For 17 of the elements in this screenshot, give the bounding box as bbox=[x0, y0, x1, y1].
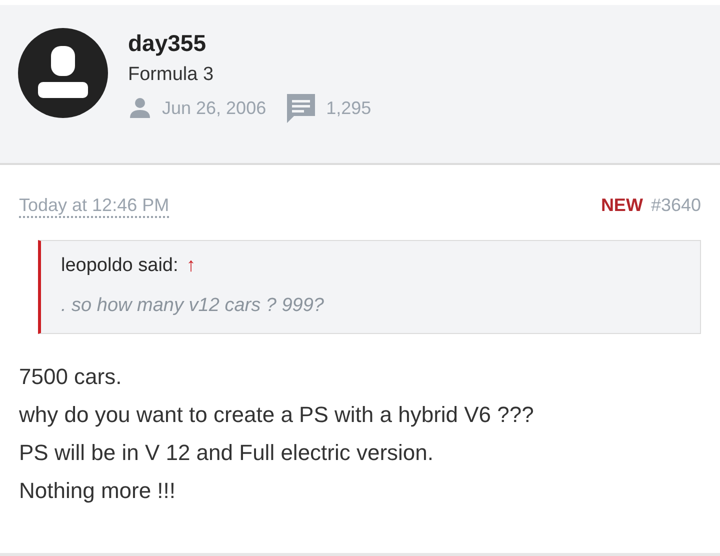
quote-link[interactable]: ↑ bbox=[186, 255, 196, 277]
quote-text: . so how many v12 cars ? 999? bbox=[61, 295, 325, 317]
join-date: Jun 26, 2006 bbox=[162, 98, 266, 118]
message-count: 1,295 bbox=[326, 98, 372, 118]
message-icon bbox=[286, 92, 316, 124]
post-text: why do you want to create a PS with a hybrid V6 ??? bbox=[19, 401, 534, 429]
quote-author: leopoldo said: bbox=[61, 255, 178, 277]
post-text: Nothing more !!! bbox=[19, 477, 176, 505]
new-label: NEW bbox=[600, 195, 643, 217]
user-title: Formula 3 bbox=[128, 64, 215, 86]
post-text: PS will be in V 12 and Full electric version. bbox=[19, 439, 434, 467]
post-text: 7500 cars. bbox=[19, 363, 122, 391]
post-time[interactable]: Today at 12:46 PM bbox=[19, 195, 170, 218]
avatar-icon[interactable] bbox=[18, 28, 108, 118]
post-number[interactable]: #3640 bbox=[650, 195, 701, 218]
person-icon bbox=[128, 96, 152, 120]
username[interactable]: day355 bbox=[128, 30, 382, 57]
